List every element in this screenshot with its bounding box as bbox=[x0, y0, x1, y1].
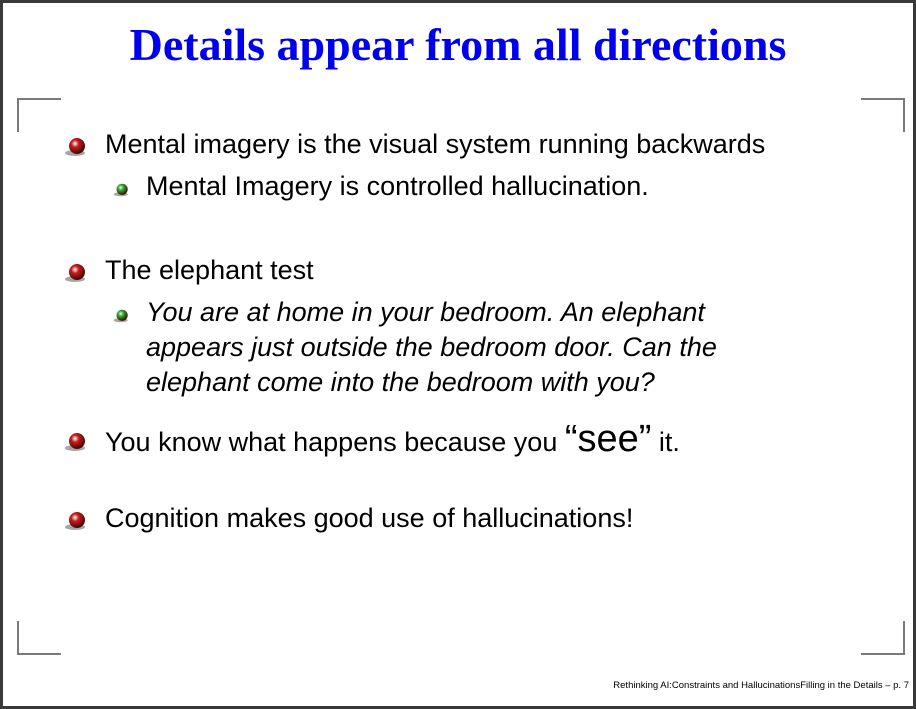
green-ball-bullet-icon bbox=[113, 183, 131, 202]
red-ball-bullet-icon bbox=[64, 432, 89, 457]
slide: Details appear from all directions Menta… bbox=[3, 3, 913, 706]
bullet-text: The elephant test bbox=[105, 255, 314, 285]
frame-corner-bottom-right bbox=[861, 621, 905, 655]
sub-bullet-text: Mental Imagery is controlled hallucinati… bbox=[146, 171, 649, 201]
sub-bullet-text-line: elephant come into the bedroom with you? bbox=[146, 367, 655, 397]
red-ball-bullet-icon bbox=[64, 263, 89, 288]
frame-corner-bottom-left bbox=[17, 621, 61, 655]
red-ball-bullet-icon bbox=[64, 137, 89, 162]
bullet-text: Mental imagery is the visual system runn… bbox=[105, 129, 766, 159]
bullet-text-before: You know what happens because you bbox=[105, 427, 565, 457]
frame-corner-top-right bbox=[861, 98, 905, 132]
bullet-text: Cognition makes good use of hallucinatio… bbox=[105, 503, 634, 533]
slide-footer: Rethinking AI:Constraints and Hallucinat… bbox=[613, 680, 909, 691]
slide-title: Details appear from all directions bbox=[129, 19, 787, 70]
emphasis-text: “see” bbox=[564, 418, 652, 460]
bullet-text-after: it. bbox=[651, 427, 680, 457]
red-ball-bullet-icon bbox=[64, 511, 89, 536]
bullet-text: You know what happens because you “see” … bbox=[105, 420, 680, 459]
green-ball-bullet-icon bbox=[113, 309, 131, 328]
frame-corner-top-left bbox=[17, 98, 61, 132]
sub-bullet-text-line: appears just outside the bedroom door. C… bbox=[146, 332, 717, 362]
sub-bullet-text-line: You are at home in your bedroom. An elep… bbox=[146, 297, 705, 327]
